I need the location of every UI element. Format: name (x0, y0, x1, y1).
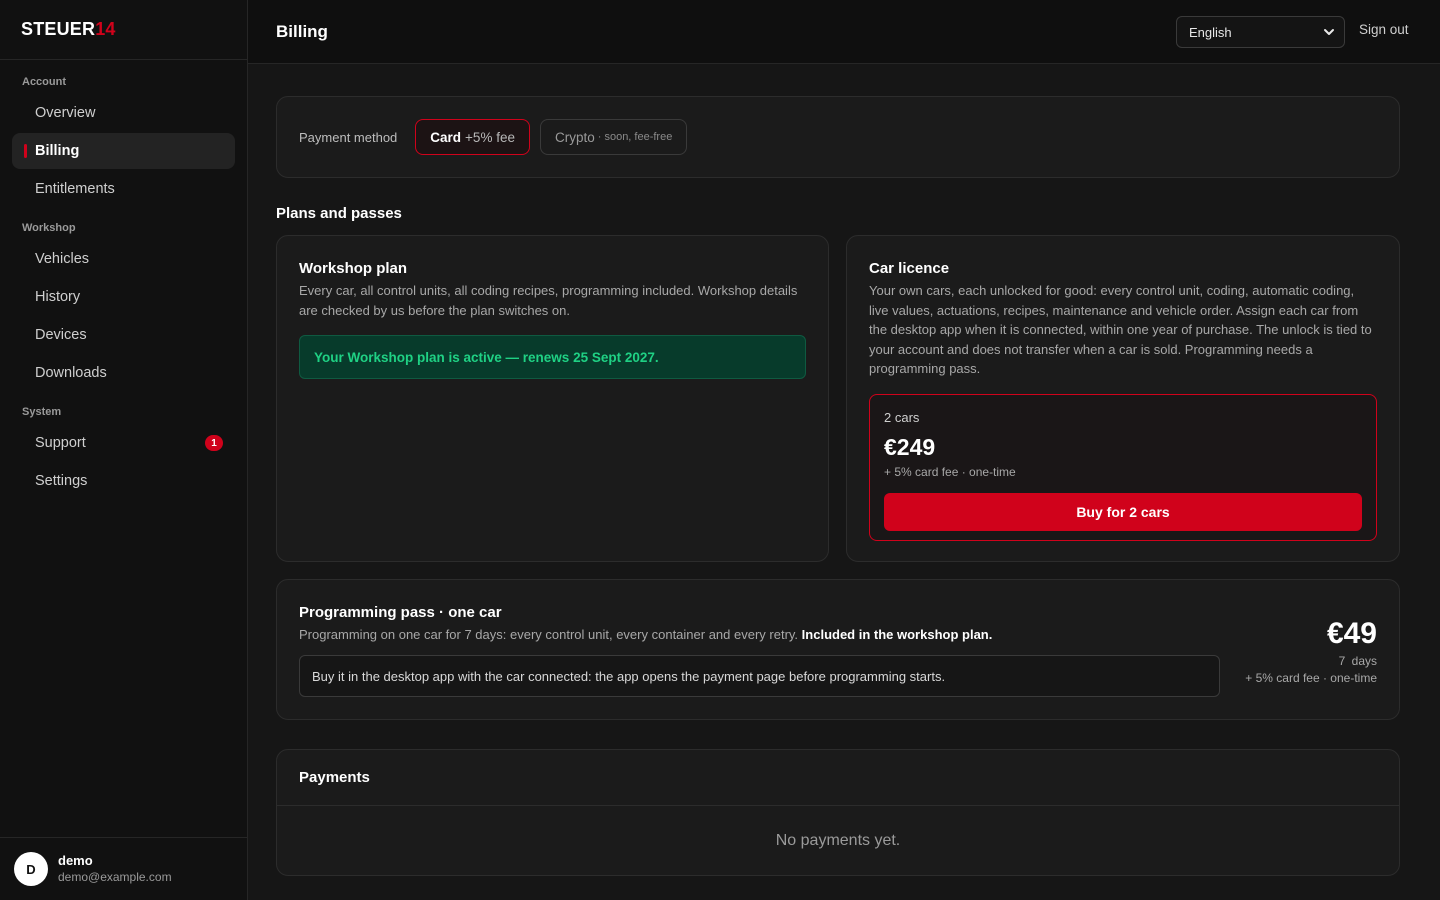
user-name: demo (58, 853, 93, 868)
pass-included-highlight: Included in the workshop plan. (801, 627, 993, 642)
payments-title: Payments (277, 750, 1399, 806)
workshop-plan-title: Workshop plan (299, 260, 408, 277)
sidebar-item-entitlements[interactable]: Entitlements (12, 171, 235, 207)
sidebar-item-support[interactable]: Support 1 (12, 425, 235, 461)
licence-offer-box: 2 cars €249 + 5% card fee · one-time Buy… (869, 393, 1377, 541)
brand-name: STEUER (21, 19, 96, 39)
payments-empty-state: No payments yet. (775, 832, 901, 849)
programming-pass-title: Programming pass · one car (299, 604, 502, 621)
licence-fee-note: + 5% card fee · one-time (884, 464, 1016, 479)
support-count-badge: 1 (205, 435, 223, 451)
pass-duration: 7 days (1338, 654, 1377, 668)
sidebar-item-devices[interactable]: Devices (12, 317, 235, 353)
brand-logo[interactable]: STEUER 14 (0, 0, 247, 60)
sidebar-item-history[interactable]: History (12, 279, 235, 315)
main-content: Payment method Card +5% fee Crypto · soo… (276, 96, 1400, 876)
programming-pass-card: Programming pass · one car Programming o… (276, 579, 1400, 720)
active-indicator (24, 144, 27, 158)
payment-option-crypto-name: Crypto (554, 129, 595, 145)
top-header: Billing English Sign out (248, 0, 1440, 64)
payment-option-card-name: Card (430, 129, 462, 145)
car-licence-description: Your own cars, each unlocked for good: e… (869, 283, 1372, 377)
payment-option-crypto[interactable]: Crypto · soon, fee-free (539, 119, 688, 155)
nav-section-account: Account (22, 76, 66, 88)
pass-price: €49 (1326, 617, 1377, 650)
plans-section-title: Plans and passes (276, 205, 402, 222)
licence-car-count: 2 cars (884, 409, 920, 425)
plans-row: Workshop plan Every car, all control uni… (276, 235, 1400, 562)
brand-name-accent: 14 (95, 19, 116, 39)
sidebar-item-label: Overview (35, 105, 96, 121)
sign-out-link[interactable]: Sign out (1359, 22, 1409, 37)
chevron-down-icon (1324, 29, 1334, 35)
avatar: D (14, 852, 48, 886)
payment-option-crypto-note: · soon, fee-free (597, 131, 673, 143)
sidebar-item-downloads[interactable]: Downloads (12, 355, 235, 391)
sidebar-item-billing[interactable]: Billing (12, 133, 235, 169)
payment-method-card: Payment method Card +5% fee Crypto · soo… (276, 96, 1400, 178)
sidebar-item-label: Downloads (35, 365, 107, 381)
sidebar-item-label: History (35, 289, 81, 305)
plan-active-notice: Your Workshop plan is active — renews 25… (299, 335, 806, 380)
payment-option-card-fee: +5% fee (465, 129, 515, 145)
sidebar-item-label: Support (35, 435, 86, 451)
sidebar-item-label: Vehicles (35, 251, 90, 267)
sidebar-item-label: Devices (35, 327, 87, 343)
nav-section-workshop: Workshop (22, 222, 76, 234)
sidebar-item-vehicles[interactable]: Vehicles (12, 241, 235, 277)
pass-fee-note: + 5% card fee · one-time (1245, 671, 1377, 685)
sidebar-item-settings[interactable]: Settings (12, 463, 235, 499)
nav-section-system: System (22, 406, 62, 418)
language-select-value: English (1189, 24, 1232, 40)
sidebar-item-label: Billing (35, 143, 80, 159)
workshop-plan-description: Every car, all control units, all coding… (299, 283, 798, 318)
pass-purchase-info: Buy it in the desktop app with the car c… (299, 655, 1220, 697)
licence-price: €249 (884, 433, 936, 460)
user-profile[interactable]: D demo demo@example.com (0, 837, 247, 900)
buy-licence-button[interactable]: Buy for 2 cars (884, 492, 1362, 531)
car-licence-card: Car licence Your own cars, each unlocked… (846, 235, 1400, 562)
pass-price-block: €49 7 days + 5% card fee · one-time (1245, 616, 1377, 687)
language-select[interactable]: English (1176, 16, 1345, 48)
workshop-plan-card: Workshop plan Every car, all control uni… (276, 235, 829, 562)
user-email: demo@example.com (58, 870, 172, 884)
page-title: Billing (276, 21, 328, 41)
sidebar-item-overview[interactable]: Overview (12, 95, 235, 131)
pass-description-text: Programming on one car for 7 days: every… (299, 627, 799, 642)
sidebar: STEUER 14 Account Overview Billing Entitl… (0, 0, 248, 900)
payments-card: Payments No payments yet. (276, 749, 1400, 876)
sidebar-item-label: Settings (35, 473, 88, 489)
car-licence-title: Car licence (869, 260, 950, 277)
sidebar-item-label: Entitlements (35, 181, 115, 197)
payment-method-label: Payment method (299, 129, 398, 145)
programming-pass-description: Programming on one car for 7 days: every… (299, 626, 1377, 644)
user-meta: demo demo@example.com (58, 853, 172, 885)
payment-option-card[interactable]: Card +5% fee (415, 119, 530, 155)
